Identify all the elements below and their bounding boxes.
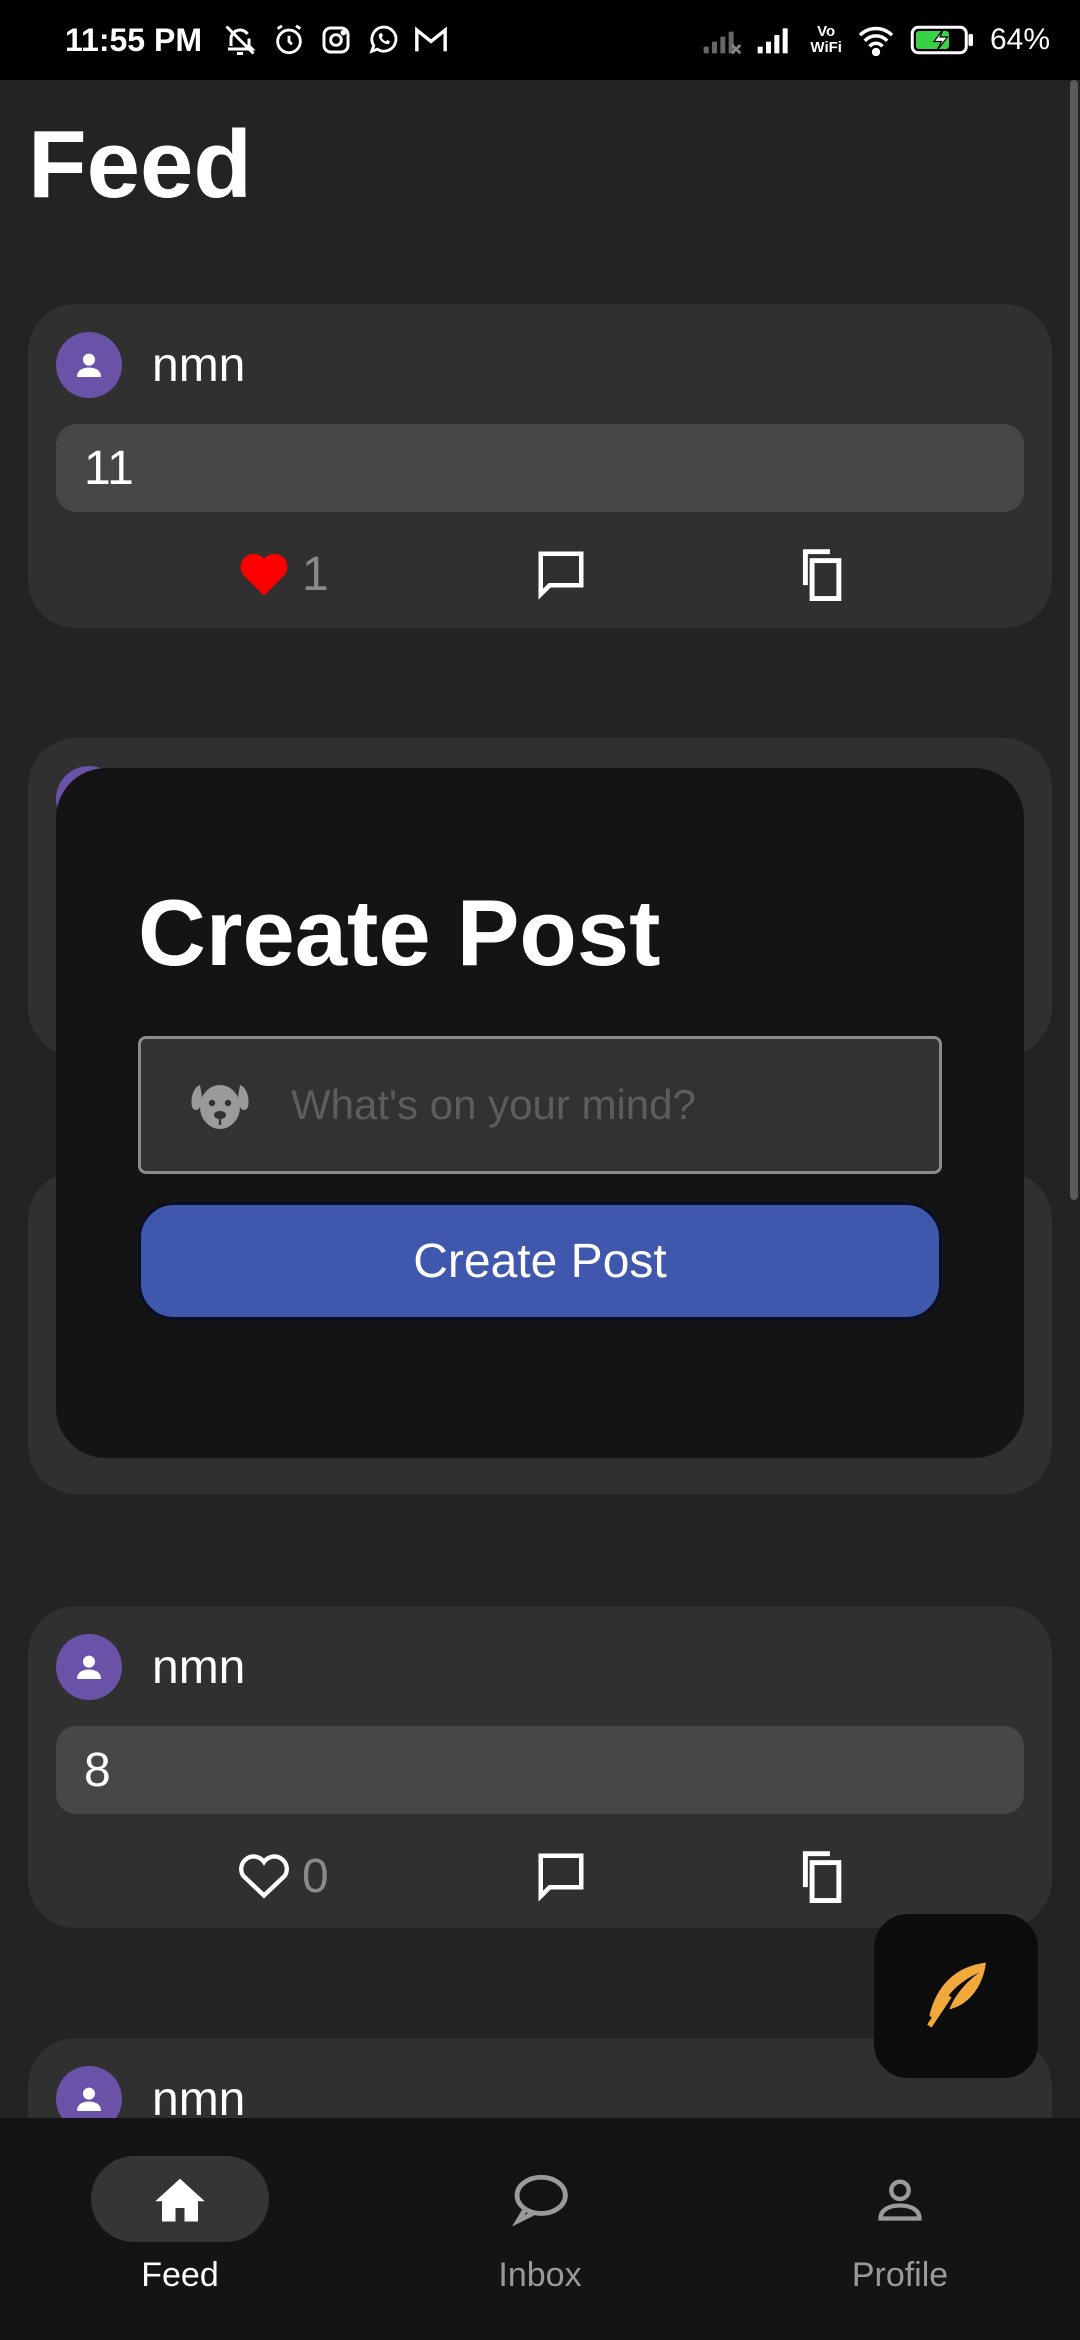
battery-charging-icon	[910, 24, 976, 56]
post-input[interactable]	[289, 1080, 913, 1130]
create-post-dialog: Create Post Create Post	[56, 768, 1024, 1458]
page-title: Feed	[28, 111, 253, 218]
dialog-title: Create Post	[138, 880, 661, 985]
bottom-nav: Feed Inbox Profile	[0, 2118, 1080, 2340]
avatar[interactable]	[56, 332, 122, 398]
heart-outline-icon	[239, 1854, 289, 1899]
wifi-icon	[856, 24, 896, 56]
like-count: 0	[302, 1849, 329, 1903]
post-text-field[interactable]	[138, 1036, 942, 1174]
like-count: 1	[302, 547, 329, 601]
feather-icon	[927, 1962, 986, 2028]
dog-icon	[185, 1070, 255, 1140]
status-bar: 11:55 PM Vo WiFi 64%	[0, 0, 1080, 80]
copy-icon	[802, 1851, 842, 1903]
gmail-icon	[414, 25, 448, 55]
person-icon	[77, 1655, 101, 1679]
nav-item-inbox[interactable]: Inbox	[420, 2156, 660, 2295]
post-username[interactable]: nmn	[152, 338, 245, 393]
person-icon	[77, 353, 101, 377]
post-content: 8	[56, 1726, 1024, 1814]
like-button[interactable]: 0	[238, 1836, 329, 1916]
post-card: nmn 11 1	[28, 304, 1052, 628]
copy-icon	[802, 549, 842, 601]
comment-icon	[538, 1853, 584, 1902]
nav-label: Inbox	[498, 2256, 582, 2294]
nav-item-feed[interactable]: Feed	[60, 2156, 300, 2295]
whatsapp-icon	[366, 23, 400, 57]
comment-button[interactable]	[534, 534, 588, 614]
person-outline-icon	[878, 2179, 922, 2221]
avatar[interactable]	[56, 1634, 122, 1700]
post-card: nmn 8 0	[28, 1606, 1052, 1928]
like-button[interactable]: 1	[238, 534, 329, 614]
mute-bell-icon	[222, 22, 258, 58]
compose-fab[interactable]	[874, 1914, 1038, 2078]
create-post-button[interactable]: Create Post	[138, 1202, 942, 1320]
instagram-icon	[320, 24, 352, 56]
comment-icon	[538, 551, 584, 600]
person-icon	[77, 2087, 101, 2111]
home-icon	[155, 2178, 205, 2222]
copy-button[interactable]	[794, 534, 848, 614]
scrollbar[interactable]	[1070, 80, 1078, 1200]
vowifi-icon: Vo WiFi	[810, 23, 842, 56]
comment-button[interactable]	[534, 1836, 588, 1916]
post-username[interactable]: nmn	[152, 1640, 245, 1695]
battery-percent: 64%	[989, 23, 1050, 56]
signal-off-icon	[702, 25, 742, 55]
heart-filled-icon	[240, 553, 288, 596]
nav-label: Profile	[851, 2256, 949, 2294]
nav-label: Feed	[141, 2256, 219, 2294]
chat-bubble-icon	[512, 2174, 568, 2226]
post-content: 11	[56, 424, 1024, 512]
signal-icon	[756, 25, 796, 55]
status-time: 11:55 PM	[65, 21, 202, 58]
copy-button[interactable]	[794, 1836, 848, 1916]
alarm-icon	[272, 23, 306, 57]
nav-item-profile[interactable]: Profile	[780, 2156, 1020, 2295]
